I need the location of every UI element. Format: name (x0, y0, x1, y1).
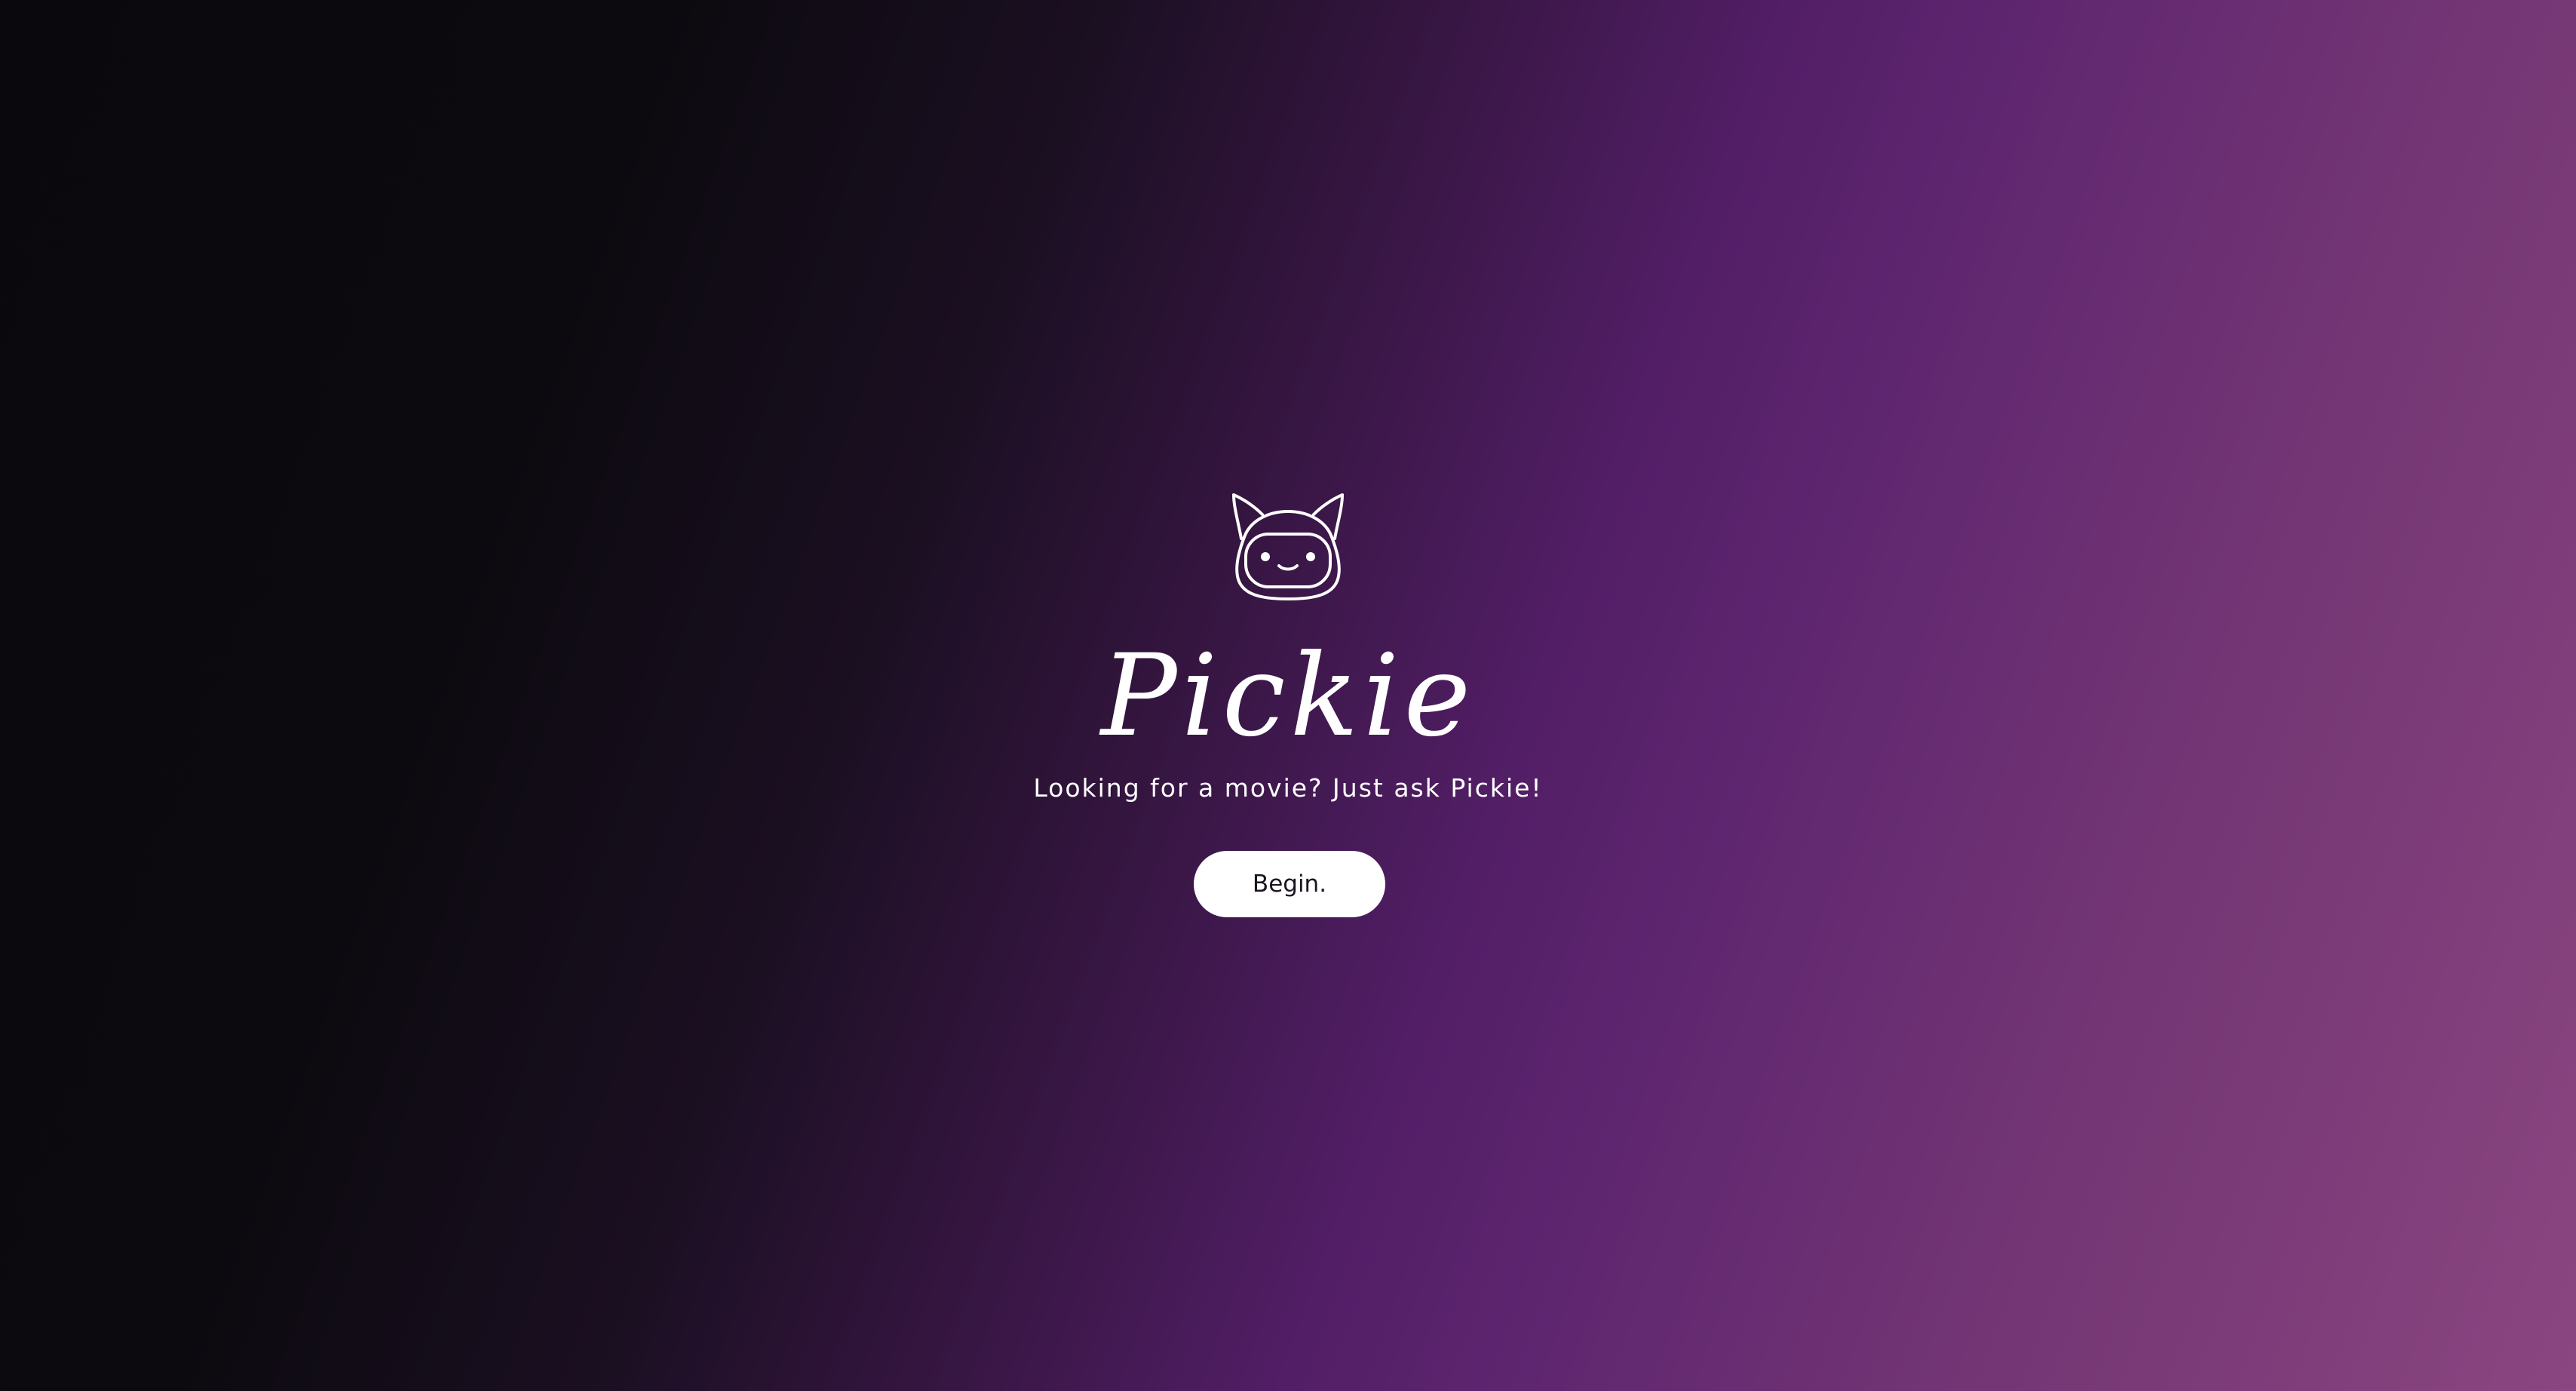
begin-button[interactable]: Begin. (1194, 851, 1385, 917)
robot-cat-face-icon (1229, 492, 1347, 600)
landing-screen: Pickie Looking for a movie? Just ask Pic… (0, 0, 2576, 1391)
app-title: Pickie (1100, 631, 1476, 762)
tagline: Looking for a movie? Just ask Pickie! (1033, 773, 1543, 803)
